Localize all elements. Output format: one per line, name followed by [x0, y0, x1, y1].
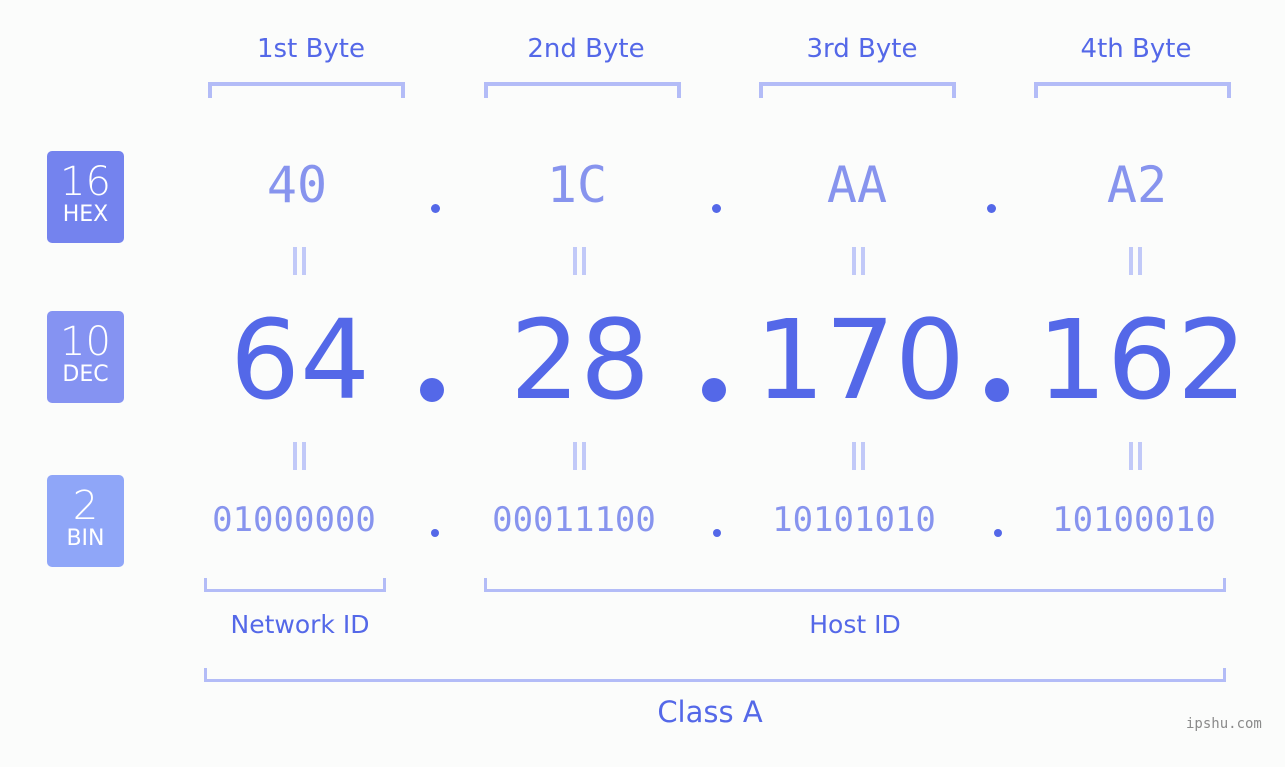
- bin-base: 2: [72, 483, 99, 529]
- hex-badge: 16 HEX: [47, 151, 124, 243]
- bin-value-3: 10101010: [772, 500, 936, 540]
- dec-badge: 10 DEC: [47, 311, 124, 403]
- hex-value-3: AA: [826, 156, 888, 214]
- bin-separator-dot: [994, 529, 1002, 537]
- byte-header-2: 2nd Byte: [527, 34, 645, 64]
- watermark: ipshu.com: [1186, 716, 1262, 732]
- equals-icon: [1127, 442, 1145, 470]
- hex-separator-dot: [987, 204, 996, 213]
- ip-class-label: Class A: [657, 695, 763, 729]
- equals-icon: [291, 442, 309, 470]
- byte-header-3: 3rd Byte: [806, 34, 918, 64]
- equals-icon: [571, 247, 589, 275]
- bin-separator-dot: [431, 529, 439, 537]
- byte-header-4: 4th Byte: [1080, 34, 1192, 64]
- dec-separator-dot: [985, 378, 1009, 402]
- dec-base: 10: [60, 319, 111, 365]
- byte-header-1: 1st Byte: [257, 34, 365, 64]
- hex-label: HEX: [62, 202, 109, 227]
- equals-icon: [1127, 247, 1145, 275]
- bin-badge: 2 BIN: [47, 475, 124, 567]
- equals-icon: [571, 442, 589, 470]
- hex-base: 16: [60, 159, 111, 205]
- network-id-label: Network ID: [230, 610, 370, 639]
- bin-value-4: 10100010: [1052, 500, 1216, 540]
- dec-label: DEC: [62, 362, 109, 387]
- byte-bracket-1: [208, 82, 405, 98]
- hex-separator-dot: [712, 204, 721, 213]
- hex-value-4: A2: [1106, 156, 1168, 214]
- bin-value-1: 01000000: [212, 500, 376, 540]
- hex-value-2: 1C: [546, 156, 608, 214]
- bin-value-2: 00011100: [492, 500, 656, 540]
- dec-value-3: 170: [755, 296, 965, 424]
- dec-value-2: 28: [510, 296, 650, 424]
- equals-icon: [291, 247, 309, 275]
- dec-value-4: 162: [1037, 296, 1247, 424]
- dec-separator-dot: [702, 378, 726, 402]
- dec-separator-dot: [420, 378, 444, 402]
- hex-separator-dot: [431, 204, 440, 213]
- byte-bracket-2: [484, 82, 681, 98]
- host-id-label: Host ID: [809, 610, 901, 639]
- equals-icon: [850, 247, 868, 275]
- network-id-bracket: [204, 578, 386, 592]
- host-id-bracket: [484, 578, 1226, 592]
- bin-separator-dot: [713, 529, 721, 537]
- bin-label: BIN: [66, 526, 105, 551]
- hex-value-1: 40: [266, 156, 328, 214]
- byte-bracket-4: [1034, 82, 1231, 98]
- dec-value-1: 64: [230, 296, 370, 424]
- byte-bracket-3: [759, 82, 956, 98]
- equals-icon: [850, 442, 868, 470]
- class-bracket: [204, 668, 1226, 682]
